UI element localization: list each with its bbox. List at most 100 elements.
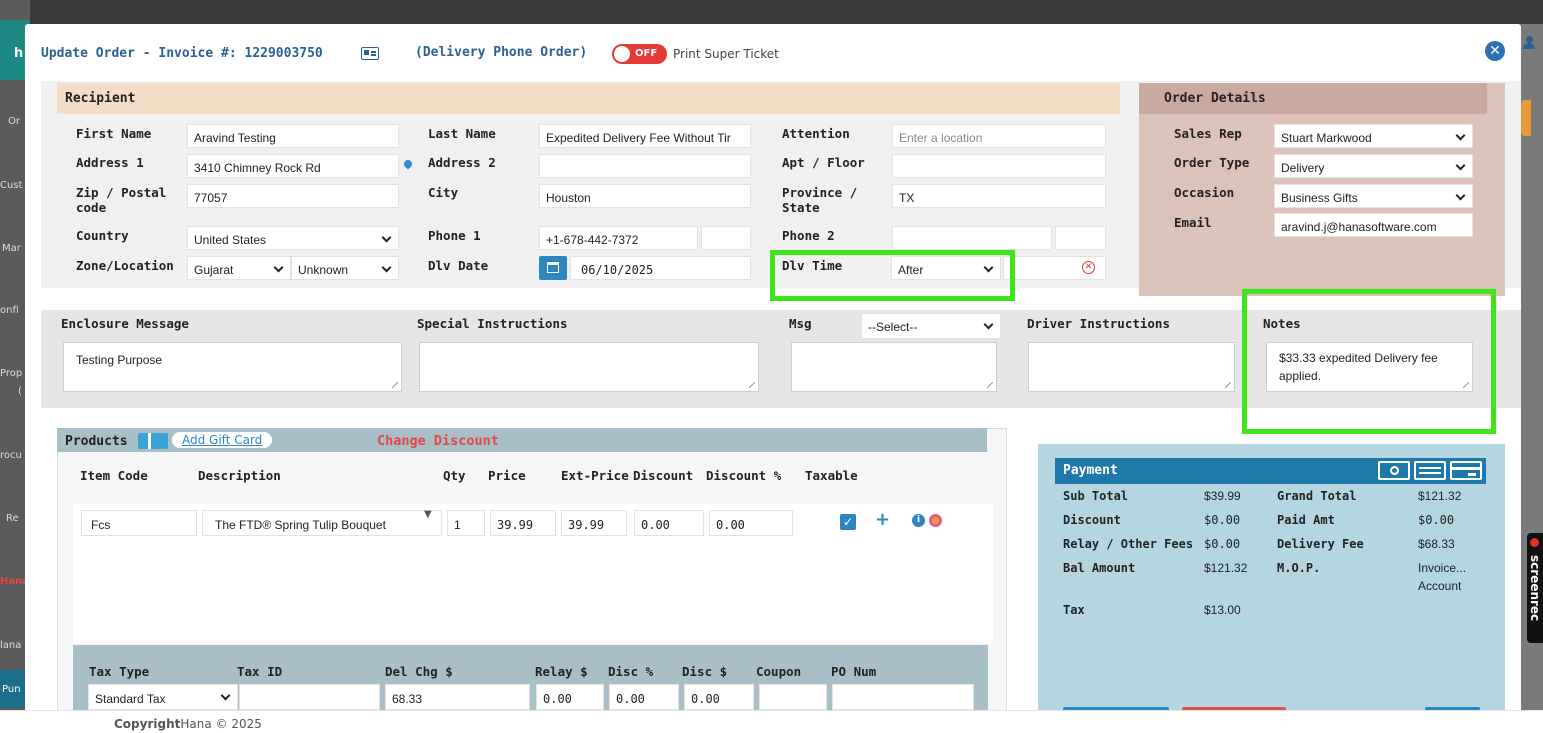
relay-input[interactable]: 0.00 <box>536 684 604 710</box>
change-discount-link[interactable]: Change Discount <box>377 433 499 449</box>
price-input[interactable]: 39.99 <box>490 510 556 536</box>
coupon-input[interactable] <box>759 684 827 710</box>
email-input[interactable]: aravind.j@hanasoftware.com <box>1274 213 1473 237</box>
zone-label: Zone/Location <box>76 258 174 273</box>
attention-label: Attention <box>782 126 850 141</box>
add-item-icon[interactable]: + <box>875 509 890 530</box>
first-name-label: First Name <box>76 126 152 141</box>
address2-input[interactable] <box>539 154 751 178</box>
taxable-checkbox[interactable]: ✓ <box>840 514 856 530</box>
discount-input[interactable]: 0.00 <box>634 510 704 536</box>
mop-line1: Invoice... <box>1418 561 1467 575</box>
disc-amt-input[interactable]: 0.00 <box>684 684 754 710</box>
dlv-date-label: Dlv Date <box>428 258 489 273</box>
sales-rep-select[interactable]: Stuart Markwood <box>1274 124 1473 148</box>
tax-type-label: Tax Type <box>89 664 150 679</box>
calendar-icon[interactable] <box>539 256 567 280</box>
province-label: Province / State <box>782 185 858 215</box>
item-code-input[interactable]: Fcs <box>81 510 197 536</box>
modal-title-prefix: Update Order <box>41 46 135 61</box>
credit-card-icon[interactable] <box>1450 461 1482 480</box>
phone2-input[interactable] <box>892 226 1052 250</box>
phone2-ext-input[interactable] <box>1055 226 1106 250</box>
dlv-time-highlight <box>770 250 1015 301</box>
msg-input[interactable] <box>791 342 997 392</box>
description-input[interactable]: The FTD® Spring Tulip Bouquet <box>202 510 442 536</box>
sub-total-value: $39.99 <box>1204 489 1241 503</box>
sidebar-item-orders[interactable]: Or <box>8 116 20 127</box>
country-select[interactable]: United States <box>187 226 399 250</box>
apt-input[interactable] <box>892 154 1106 178</box>
special-instructions-input[interactable] <box>419 342 759 392</box>
orange-side-tab[interactable] <box>1521 100 1531 136</box>
close-icon[interactable]: ✕ <box>1485 41 1505 61</box>
grand-total-label: Grand Total <box>1277 489 1357 503</box>
city-input[interactable]: Houston <box>539 184 751 208</box>
sidebar-item-reports[interactable]: Re <box>6 513 19 524</box>
sidebar-item-config[interactable]: onfi <box>0 305 19 316</box>
print-super-ticket-label: Print Super Ticket <box>673 47 779 61</box>
clear-time-icon[interactable]: ✕ <box>1082 261 1095 274</box>
tax-id-input[interactable] <box>239 684 380 710</box>
customer-card-icon[interactable] <box>361 47 379 60</box>
driver-instructions-input[interactable] <box>1028 342 1235 392</box>
flower-icon[interactable] <box>929 514 942 527</box>
check-icon[interactable] <box>1414 461 1446 480</box>
recipient-header: Recipient <box>57 83 1120 114</box>
order-kind: (Delivery Phone Order) <box>415 45 588 60</box>
po-num-input[interactable] <box>832 684 974 710</box>
tax-id-label: Tax ID <box>237 664 283 679</box>
gift-card-icon[interactable] <box>138 433 168 449</box>
description-expand-icon[interactable]: ▼ <box>424 509 432 520</box>
payment-title: Payment <box>1063 463 1118 478</box>
grand-total-value: $121.32 <box>1418 489 1462 503</box>
col-discount: Discount <box>633 468 694 483</box>
user-icon[interactable] <box>1523 36 1535 50</box>
cash-icon[interactable] <box>1378 461 1410 480</box>
country-label: Country <box>76 228 129 243</box>
attention-input[interactable]: Enter a location <box>892 124 1106 148</box>
col-ext-price: Ext-Price <box>561 468 629 483</box>
sidebar-item-procurement[interactable]: rocu <box>0 450 22 461</box>
enclosure-message-input[interactable]: Testing Purpose <box>63 342 402 392</box>
dlv-date-input[interactable]: 06/10/2025 <box>570 256 751 280</box>
zip-input[interactable]: 77057 <box>187 184 399 208</box>
screenrec-label: screenrec <box>1528 555 1542 622</box>
sidebar-item-properties[interactable]: Prop <box>0 368 22 379</box>
tax-type-select[interactable]: Standard Tax <box>88 684 238 710</box>
sidebar-item-marketing[interactable]: Mar <box>2 243 21 254</box>
discount-pct-input[interactable]: 0.00 <box>709 510 793 536</box>
toggle-label: OFF <box>635 48 658 59</box>
recipient-title: Recipient <box>65 91 136 106</box>
print-super-ticket-toggle[interactable]: OFF <box>612 44 667 64</box>
modal-title-invoice: - Invoice #: 1229003750 <box>134 46 323 61</box>
disc-pct-input[interactable]: 0.00 <box>609 684 679 710</box>
first-name-input[interactable]: Aravind Testing <box>187 124 399 148</box>
info-icon[interactable]: i <box>912 514 925 527</box>
order-type-select[interactable]: Delivery <box>1274 154 1473 178</box>
occasion-select[interactable]: Business Gifts <box>1274 184 1473 208</box>
zone-location-select[interactable]: Unknown <box>291 256 399 280</box>
last-name-input[interactable]: Expedited Delivery Fee Without Tir <box>539 124 751 148</box>
qty-input[interactable]: 1 <box>447 510 485 536</box>
sidebar-item-hana2[interactable]: lana <box>0 640 21 651</box>
province-input[interactable]: TX <box>892 184 1106 208</box>
phone1-ext-input[interactable] <box>701 226 751 250</box>
del-chg-input[interactable]: 68.33 <box>385 684 530 710</box>
coupon-label: Coupon <box>756 664 802 679</box>
msg-select[interactable]: --Select-- <box>861 313 1001 339</box>
col-item-code: Item Code <box>80 468 148 483</box>
address1-input[interactable]: 3410 Chimney Rock Rd <box>187 154 399 178</box>
disc-amt-label: Disc $ <box>682 664 728 679</box>
ext-price-input[interactable]: 39.99 <box>561 510 627 536</box>
sales-rep-label: Sales Rep <box>1174 126 1242 141</box>
zone-select[interactable]: Gujarat <box>187 256 291 280</box>
delivery-fee-label: Delivery Fee <box>1277 537 1364 551</box>
sidebar-item-customers[interactable]: Cust <box>0 180 22 191</box>
col-discount-pct: Discount % <box>706 468 782 483</box>
address1-label: Address 1 <box>76 155 144 170</box>
occasion-label: Occasion <box>1174 185 1235 200</box>
add-gift-card-link[interactable]: Add Gift Card <box>172 432 273 448</box>
screenrec-badge[interactable]: screenrec <box>1527 533 1543 643</box>
phone1-input[interactable]: +1-678-442-7372 <box>539 226 698 250</box>
